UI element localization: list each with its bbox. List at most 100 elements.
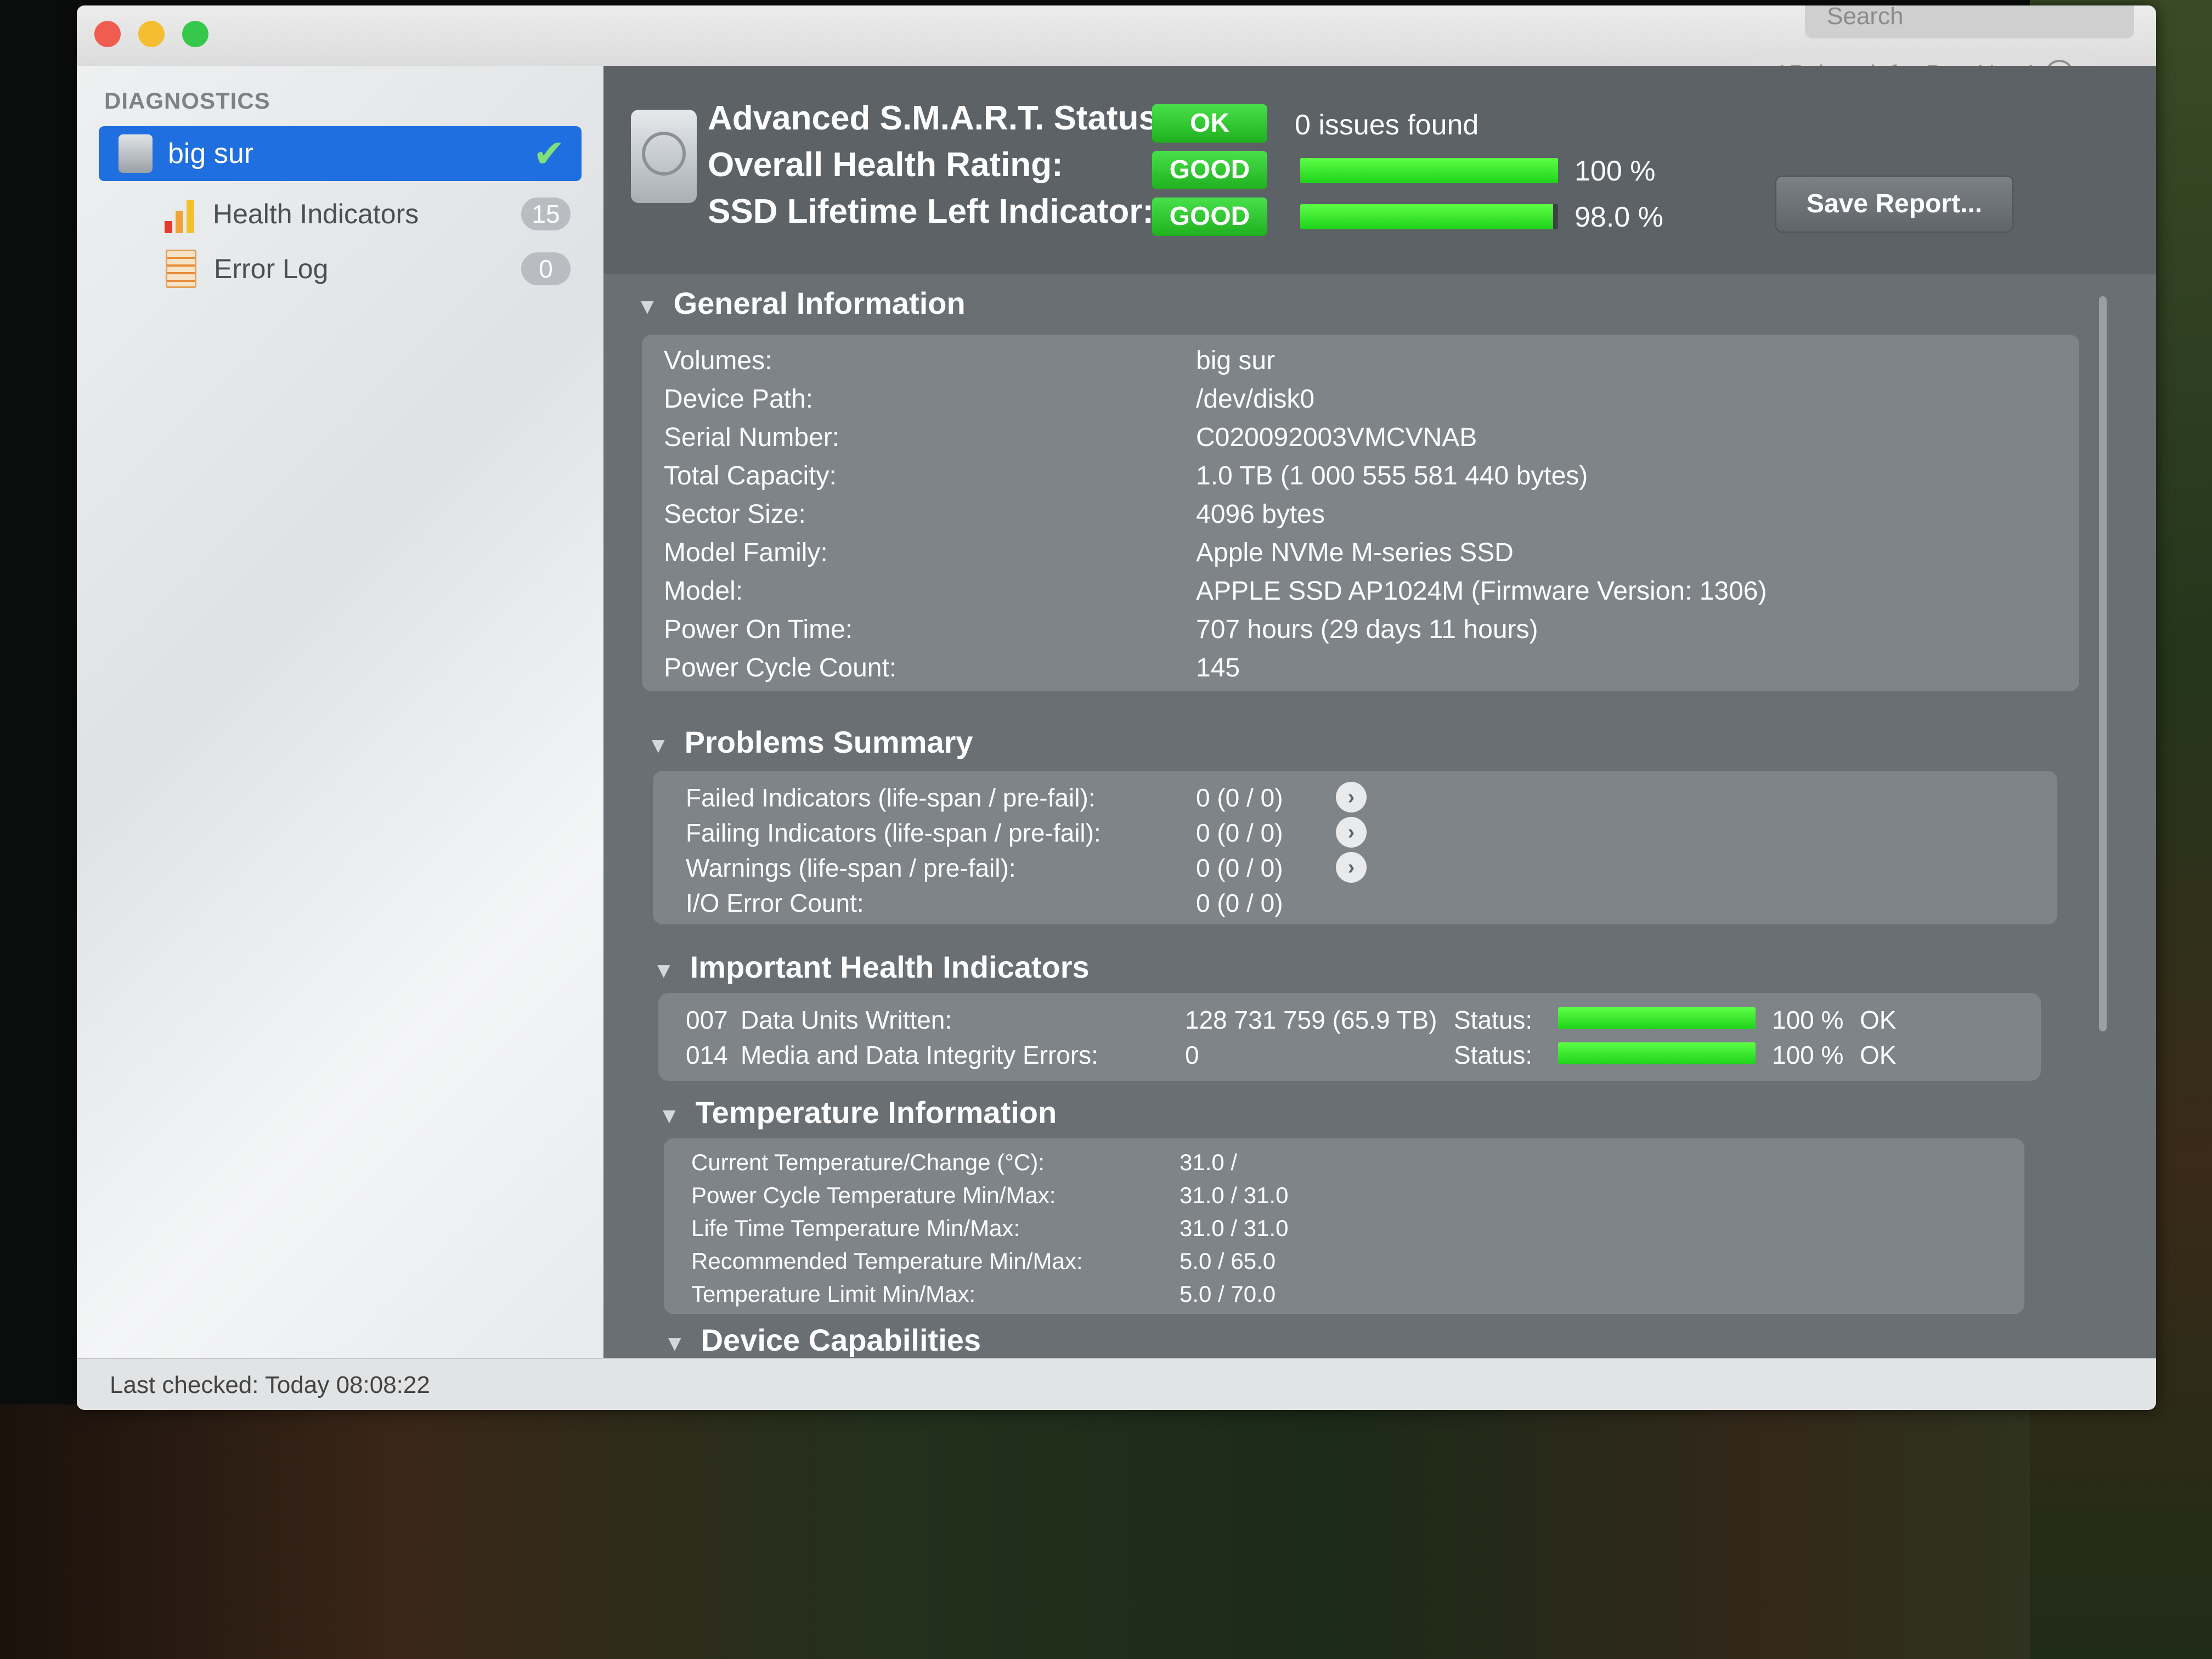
info-value: Apple NVMe M-series SSD [1196,538,1514,567]
sidebar-header: DIAGNOSTICS [104,88,270,114]
section-title: Temperature Information [695,1095,1057,1130]
smart-status-label: Advanced S.M.A.R.T. Status: [708,99,1169,137]
arrow-right-circle-icon[interactable]: › [1336,852,1367,883]
smart-status-badge: OK [1152,104,1267,143]
indicator-status-bar [1558,1042,1756,1064]
disclosure-triangle-icon: ▼ [658,1104,680,1128]
indicator-state: OK [1860,1006,1897,1034]
disclosure-triangle-icon: ▼ [664,1331,686,1356]
section-title: Device Capabilities [701,1323,981,1357]
hard-disk-icon [119,134,153,173]
info-value: /dev/disk0 [1196,385,1315,414]
disk-label: big sur [168,138,254,170]
health-rating-label: Overall Health Rating: [708,146,1063,184]
status-bar: Last checked: Today 08:08:22 [77,1358,2156,1410]
indicator-label: Data Units Written: [741,1006,952,1034]
problem-label: Warnings (life-span / pre-fail): [686,854,1016,882]
arrow-right-circle-icon[interactable]: › [1336,782,1367,812]
info-value: C020092003VMCVNAB [1196,423,1477,452]
info-label: Power Cycle Temperature Min/Max: [691,1182,1056,1208]
info-label: Power Cycle Count: [664,653,897,682]
document-icon [166,250,196,288]
close-window-button[interactable] [94,21,121,47]
info-label: Volumes: [664,346,772,375]
scrollbar[interactable] [2099,296,2107,1031]
section-important-health-indicators[interactable]: ▼ Important Health Indicators [653,949,1090,985]
section-temperature-information[interactable]: ▼ Temperature Information [658,1094,1057,1130]
count-badge: 15 [521,198,571,230]
health-rating-percent: 100 % [1575,155,1656,187]
indicator-state: OK [1860,1041,1897,1069]
info-value: 31.0 / 31.0 [1180,1215,1289,1241]
hard-disk-icon [631,110,697,203]
info-label: Current Temperature/Change (°C): [691,1149,1045,1175]
desktop-wallpaper [0,1404,2212,1659]
info-value: 1.0 TB (1 000 555 581 440 bytes) [1196,461,1588,490]
info-value: 5.0 / 65.0 [1180,1248,1276,1274]
section-title: Important Health Indicators [690,950,1090,984]
info-value: 31.0 / [1180,1149,1238,1175]
temperature-panel: Current Temperature/Change (°C): 31.0 / Po… [664,1138,2024,1314]
problem-label: I/O Error Count: [686,889,864,917]
indicator-id: 007 [686,1006,728,1034]
count-badge: 0 [521,252,571,285]
section-device-capabilities[interactable]: ▼ Device Capabilities [664,1322,981,1358]
health-rating-badge: GOOD [1152,151,1267,189]
info-value: 4096 bytes [1196,500,1325,529]
sidebar-item-error-log[interactable]: Error Log 0 [99,241,582,296]
indicator-percent: 100 % [1772,1006,1844,1034]
ssd-lifetime-bar [1300,204,1558,229]
info-value: 707 hours (29 days 11 hours) [1196,615,1538,644]
search-placeholder: Search [1827,5,1904,30]
general-information-panel: Volumes: big sur Device Path: /dev/disk0 Ser… [642,335,2079,691]
info-label: Serial Number: [664,423,840,452]
info-value: big sur [1196,346,1276,375]
zoom-window-button[interactable] [182,21,208,47]
info-value: APPLE SSD AP1024M (Firmware Version: 130… [1196,577,1767,606]
ssd-lifetime-label: SSD Lifetime Left Indicator: [708,193,1154,230]
sidebar-item-label: Health Indicators [213,199,419,229]
bar-chart-icon [165,195,198,233]
main-content: Advanced S.M.A.R.T. Status: OK 0 issues … [603,66,2156,1358]
problems-summary-panel: Failed Indicators (life-span / pre-fail)… [653,771,2057,924]
info-label: Device Path: [664,385,814,414]
title-bar: Search 15 days left - Buy Now! → [77,5,2156,99]
info-label: Total Capacity: [664,461,837,490]
indicator-value: 0 [1185,1041,1199,1069]
sidebar-item-health-indicators[interactable]: Health Indicators 15 [99,187,582,241]
info-label: Model: [664,577,743,606]
info-value: 31.0 / 31.0 [1180,1182,1289,1208]
sidebar-item-disk[interactable]: big sur ✔ [99,126,582,181]
ssd-lifetime-percent: 98.0 % [1575,201,1663,233]
indicator-id: 014 [686,1041,728,1069]
indicator-status-label: Status: [1454,1041,1533,1069]
section-problems-summary[interactable]: ▼ Problems Summary [647,724,973,760]
sidebar: DIAGNOSTICS big sur ✔ Health Indicators … [77,66,603,1410]
ssd-lifetime-badge: GOOD [1152,198,1267,236]
indicator-status-bar [1558,1007,1756,1029]
problem-value: 0 (0 / 0) [1196,783,1283,812]
info-label: Model Family: [664,538,828,567]
minimize-window-button[interactable] [138,21,165,47]
info-value: 145 [1196,653,1240,682]
indicator-value: 128 731 759 (65.9 TB) [1185,1006,1437,1034]
problem-label: Failing Indicators (life-span / pre-fail… [686,819,1101,847]
section-title: General Information [673,286,966,320]
arrow-right-circle-icon[interactable]: › [1336,817,1367,848]
info-label: Power On Time: [664,615,853,644]
disclosure-triangle-icon: ▼ [653,958,675,983]
indicator-percent: 100 % [1772,1041,1844,1069]
search-input[interactable]: Search [1805,5,2134,38]
sidebar-item-label: Error Log [214,253,329,284]
problem-value: 0 (0 / 0) [1196,889,1283,917]
checkmark-icon: ✔ [533,132,565,175]
info-label: Life Time Temperature Min/Max: [691,1215,1020,1241]
info-label: Sector Size: [664,500,806,529]
last-checked-text: Last checked: Today 08:08:22 [110,1372,430,1398]
app-window: Search 15 days left - Buy Now! → DIAGNOS… [77,5,2156,1410]
section-title: Problems Summary [684,725,973,759]
save-report-button[interactable]: Save Report... [1775,176,2013,233]
status-header: Advanced S.M.A.R.T. Status: OK 0 issues … [603,66,2156,274]
section-general-information[interactable]: ▼ General Information [636,285,966,321]
info-label: Recommended Temperature Min/Max: [691,1248,1083,1274]
